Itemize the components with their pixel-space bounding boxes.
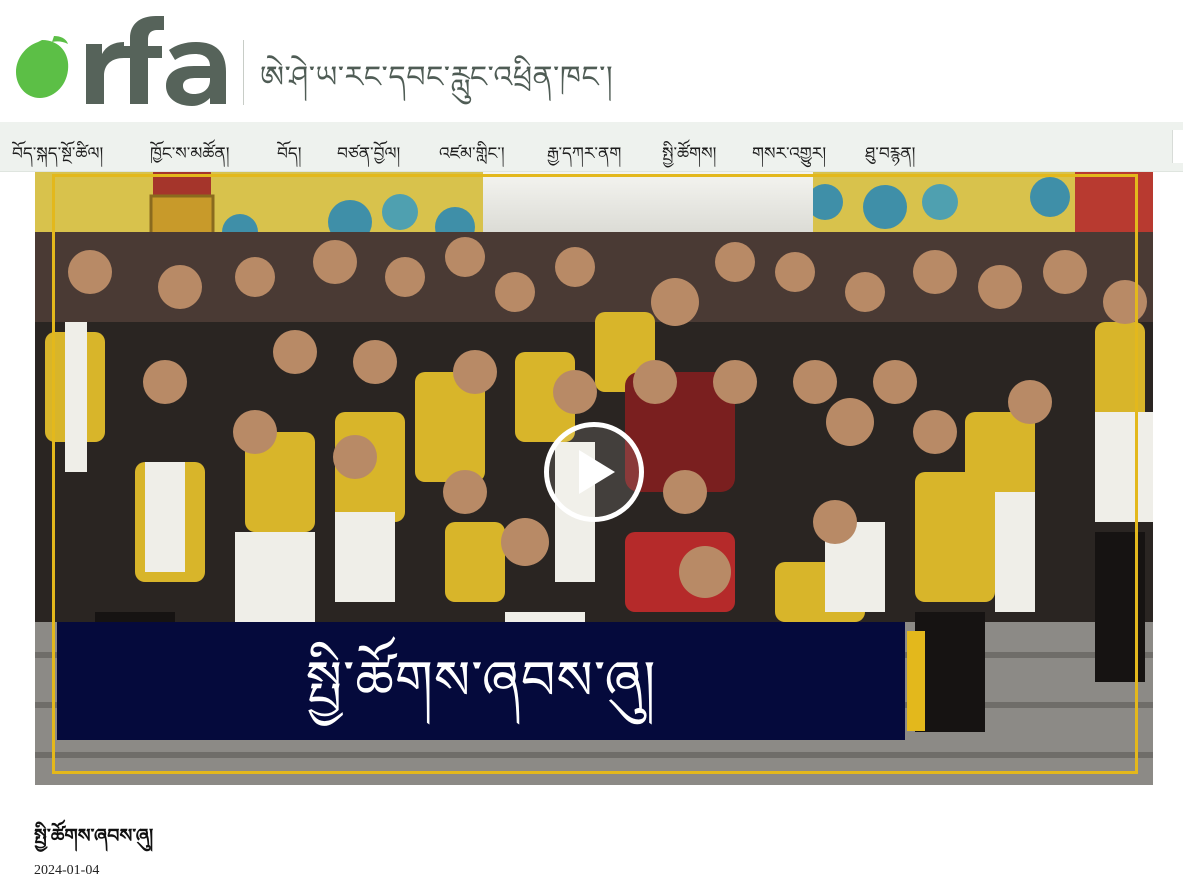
logo-divider xyxy=(243,40,244,105)
rfa-logo[interactable] xyxy=(14,14,229,106)
article-date: 2024-01-04 xyxy=(34,863,100,878)
play-button[interactable] xyxy=(544,422,644,522)
hero-video-thumbnail[interactable]: སྤྱི་ཚོགས་ཞབས་ཞུ། xyxy=(35,172,1153,785)
banner-title: སྤྱི་ཚོགས་ཞབས་ཞུ། xyxy=(305,649,657,712)
site-tagline: ཨེ་ཤེ་ཡ་རང་དབང་རླུང་འཕྲིན་ཁང་། xyxy=(260,60,614,95)
nav-scroll-edge xyxy=(1172,130,1183,163)
article-title[interactable]: སྤྱི་ཚོགས་ཞབས་ཞུ། xyxy=(34,814,153,868)
play-icon xyxy=(579,450,615,494)
main-nav: བོད་སྐད་སྔོ་ཚིལ། ཁྱོང་ས་མཚོན། བོད། བཙན་བ… xyxy=(0,122,1183,172)
site-header: ཨེ་ཤེ་ཡ་རང་དབང་རླུང་འཕྲིན་ཁང་། xyxy=(0,0,1183,122)
banner-accent xyxy=(907,631,925,731)
logo-leaf-icon xyxy=(16,40,69,98)
